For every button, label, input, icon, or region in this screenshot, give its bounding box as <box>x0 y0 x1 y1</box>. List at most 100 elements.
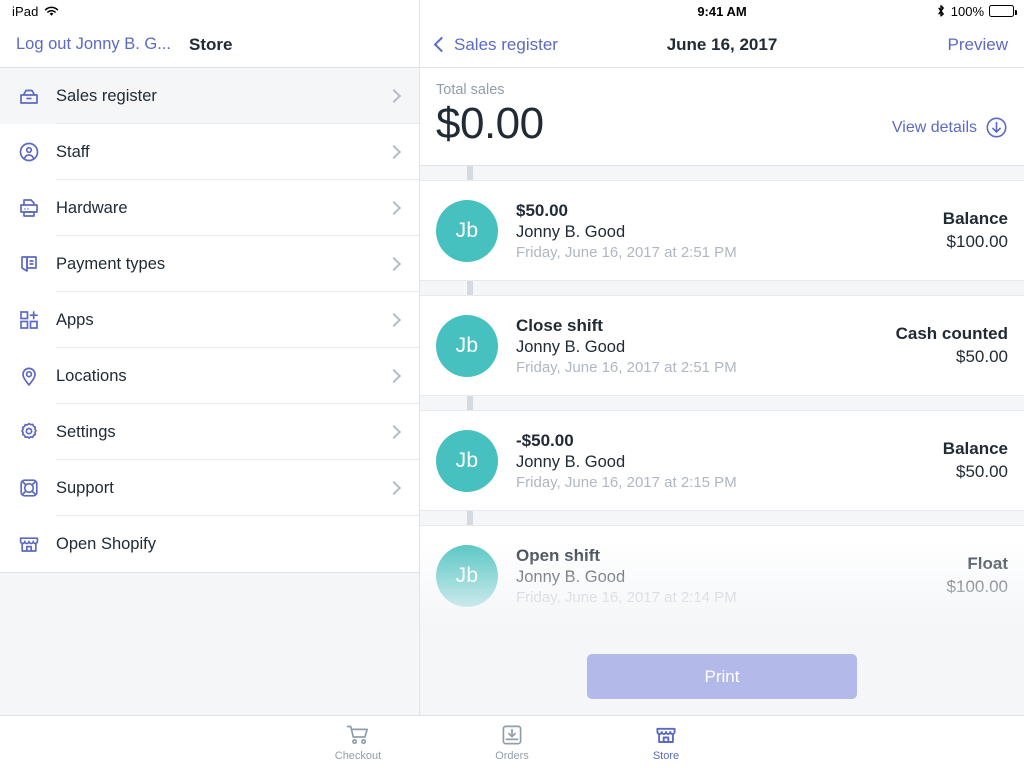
payment-card-stack-icon <box>14 249 44 279</box>
timeline-row-right-label: Float <box>967 554 1008 573</box>
sidebar-item-support[interactable]: Support <box>0 460 419 516</box>
person-circle-icon <box>14 137 44 167</box>
apps-grid-plus-icon <box>14 305 44 335</box>
timeline-row-main: Close shift Jonny B. Good Friday, June 1… <box>516 316 737 376</box>
tab-label: Checkout <box>334 749 382 762</box>
clock-label: 9:41 AM <box>697 3 747 19</box>
avatar: Jb <box>436 199 498 262</box>
device-name-label: iPad <box>12 3 39 19</box>
battery-percent-label: 100% <box>950 3 984 19</box>
timeline-row-main: Open shift Jonny B. Good Friday, June 16… <box>516 546 737 606</box>
app-screen: iPad Log out Jonny B. G... Store Sales r… <box>0 0 1024 768</box>
sales-register-detail-pane: 9:41 AM 100% Sales register June 16, 201… <box>420 0 1024 715</box>
chevron-right-icon <box>386 368 402 384</box>
tab-store[interactable]: Store <box>623 723 709 762</box>
timeline-row-right-label: Balance <box>942 209 1008 228</box>
chevron-left-icon <box>433 36 450 53</box>
sidebar-item-label: Support <box>56 478 114 497</box>
chevron-right-icon <box>386 88 402 104</box>
sidebar-item-sales-register[interactable]: Sales register <box>0 68 419 124</box>
nav-title: June 16, 2017 <box>666 34 778 54</box>
sidebar-item-label: Settings <box>56 422 116 441</box>
avatar: Jb <box>436 544 498 607</box>
sidebar-item-settings[interactable]: Settings <box>0 404 419 460</box>
timeline-row-meta: Balance $100.00 <box>943 209 1008 252</box>
timeline-row-right-value: $50.00 <box>956 462 1008 481</box>
timeline-row[interactable]: Jb $50.00 Jonny B. Good Friday, June 16,… <box>420 180 1024 281</box>
chevron-right-icon <box>386 256 402 272</box>
view-details-button[interactable]: View details <box>892 116 1008 149</box>
timeline-row-person: Jonny B. Good <box>516 567 626 586</box>
tab-checkout[interactable]: Checkout <box>315 723 401 762</box>
total-sales-value: $0.00 <box>436 99 544 148</box>
timeline-row-right-value: $50.00 <box>956 347 1008 366</box>
timeline-connector <box>420 166 1024 180</box>
timeline-row-date: Friday, June 16, 2017 at 2:15 PM <box>516 473 737 491</box>
total-sales-label: Total sales <box>436 82 505 98</box>
timeline-row-meta: Float $100.00 <box>947 554 1008 597</box>
sidebar-item-label: Locations <box>56 366 127 385</box>
bottom-tab-bar: Checkout Orders Store <box>0 715 1024 768</box>
settings-sidebar-pane: iPad Log out Jonny B. G... Store Sales r… <box>0 0 420 715</box>
sidebar-item-payment-types[interactable]: Payment types <box>0 236 419 292</box>
print-button[interactable]: Print <box>587 654 857 699</box>
timeline-row-meta: Balance $50.00 <box>943 439 1008 482</box>
ios-status-bar-left: iPad <box>0 0 419 22</box>
timeline-connector <box>420 396 1024 410</box>
avatar: Jb <box>436 314 498 377</box>
timeline-row-person: Jonny B. Good <box>516 452 626 471</box>
page-title: Store <box>189 34 233 54</box>
back-button-label: Sales register <box>454 34 558 54</box>
sidebar-empty-area <box>0 572 419 715</box>
timeline-row-date: Friday, June 16, 2017 at 2:51 PM <box>516 243 737 261</box>
circle-arrow-down-icon <box>986 117 1007 138</box>
chevron-right-icon <box>386 144 402 160</box>
transactions-timeline[interactable]: Jb $50.00 Jonny B. Good Friday, June 16,… <box>420 166 1024 640</box>
timeline-row-title: Open shift <box>516 545 601 565</box>
avatar: Jb <box>436 429 498 492</box>
storefront-icon <box>656 727 676 743</box>
sidebar-item-label: Apps <box>56 310 94 329</box>
timeline-row-title: Close shift <box>516 315 603 335</box>
preview-button[interactable]: Preview <box>948 35 1008 55</box>
printer-icon <box>14 193 44 223</box>
timeline-connector <box>420 281 1024 295</box>
tab-orders[interactable]: Orders <box>469 723 555 762</box>
timeline-row-title: $50.00 <box>516 200 568 220</box>
sidebar-item-label: Payment types <box>56 254 166 273</box>
wifi-icon <box>45 6 59 16</box>
split-view: iPad Log out Jonny B. G... Store Sales r… <box>0 0 1024 715</box>
battery-full-icon <box>989 5 1017 17</box>
timeline-row-date: Friday, June 16, 2017 at 2:51 PM <box>516 358 737 376</box>
logout-link[interactable]: Log out Jonny B. G... <box>16 35 171 54</box>
total-sales-group: Total sales $0.00 <box>436 82 544 149</box>
sidebar-item-locations[interactable]: Locations <box>0 348 419 404</box>
sidebar-item-staff[interactable]: Staff <box>0 124 419 180</box>
sidebar-item-open-shopify[interactable]: Open Shopify <box>0 516 419 572</box>
timeline-row-right-label: Cash counted <box>895 324 1008 343</box>
chevron-right-icon <box>386 424 402 440</box>
timeline-row-right-value: $100.00 <box>946 232 1008 251</box>
view-details-label: View details <box>891 118 977 136</box>
cash-drawer-icon <box>14 81 44 111</box>
timeline-row-right-label: Balance <box>942 439 1008 458</box>
sidebar-item-label: Hardware <box>56 198 128 217</box>
back-button[interactable]: Sales register <box>433 34 558 55</box>
sidebar-item-label: Sales register <box>56 86 157 105</box>
sidebar-item-hardware[interactable]: Hardware <box>0 180 419 236</box>
life-buoy-icon <box>14 473 44 503</box>
total-sales-card: Total sales $0.00 View details <box>420 68 1024 166</box>
timeline-row-meta: Cash counted $50.00 <box>896 324 1008 367</box>
chevron-right-icon <box>386 312 402 328</box>
timeline-inner: Jb $50.00 Jonny B. Good Friday, June 16,… <box>420 166 1024 626</box>
timeline-row[interactable]: Jb Open shift Jonny B. Good Friday, June… <box>420 525 1024 626</box>
tab-label: Orders <box>495 749 529 762</box>
sidebar-item-label: Staff <box>56 142 90 161</box>
timeline-row[interactable]: Jb Close shift Jonny B. Good Friday, Jun… <box>420 295 1024 396</box>
chevron-right-icon <box>386 480 402 496</box>
sidebar-item-apps[interactable]: Apps <box>0 292 419 348</box>
timeline-row[interactable]: Jb -$50.00 Jonny B. Good Friday, June 16… <box>420 410 1024 511</box>
inbox-download-icon <box>502 725 522 744</box>
timeline-row-main: -$50.00 Jonny B. Good Friday, June 16, 2… <box>516 431 737 491</box>
timeline-row-main: $50.00 Jonny B. Good Friday, June 16, 20… <box>516 201 737 261</box>
